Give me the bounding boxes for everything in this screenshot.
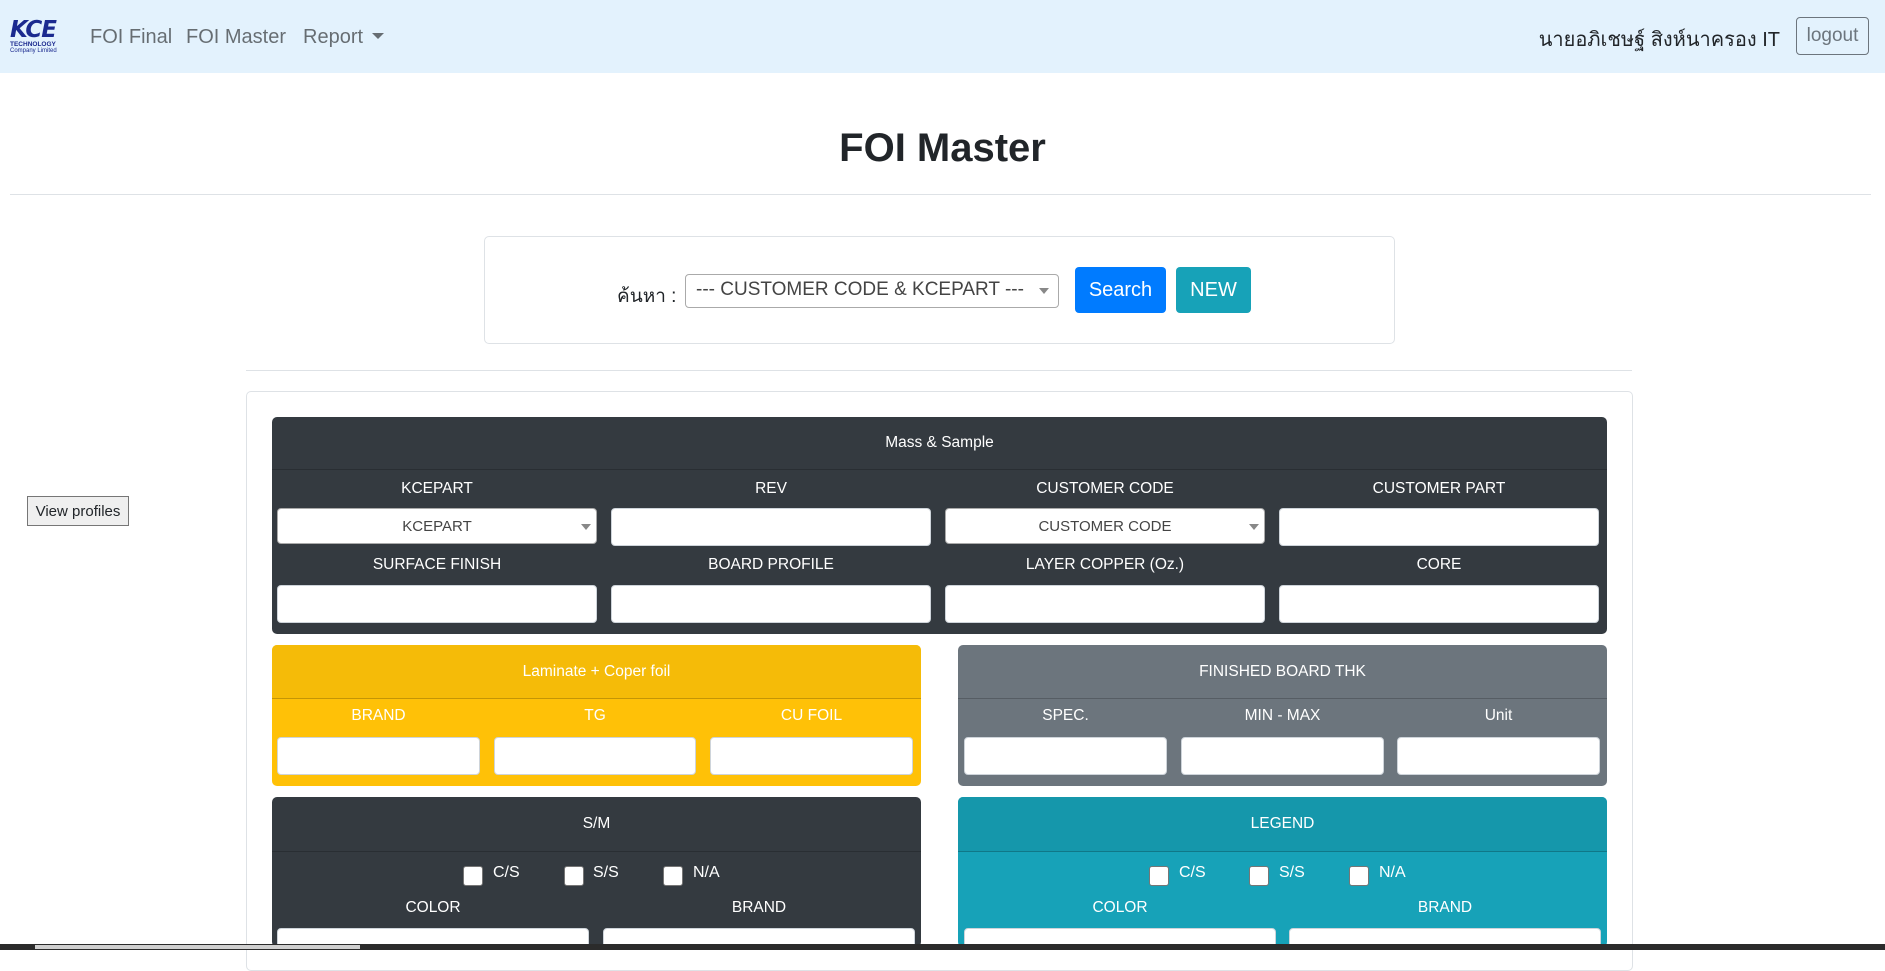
search-select-value: --- CUSTOMER CODE & KCEPART --- <box>696 279 1024 300</box>
customer-code-select[interactable]: CUSTOMER CODE <box>945 508 1265 544</box>
customer-code-label: CUSTOMER CODE <box>1036 480 1174 497</box>
kcepart-label: KCEPART <box>401 480 473 497</box>
sm-na-checkbox[interactable] <box>663 866 683 886</box>
legend-cs-checkbox[interactable] <box>1149 866 1169 886</box>
unit-input[interactable] <box>1397 737 1600 775</box>
finished-board-title: FINISHED BOARD THK <box>958 645 1607 699</box>
sm-na-label: N/A <box>693 864 720 881</box>
logo-subtitle-2: Company Limited <box>10 48 57 54</box>
logout-button[interactable]: logout <box>1796 17 1869 55</box>
spec-label: SPEC. <box>1042 707 1089 724</box>
spec-input[interactable] <box>964 737 1167 775</box>
kcepart-select[interactable]: KCEPART <box>277 508 597 544</box>
sm-color-label: COLOR <box>405 899 461 916</box>
customer-code-select-value: CUSTOMER CODE <box>1038 517 1172 535</box>
search-select[interactable]: --- CUSTOMER CODE & KCEPART --- <box>685 274 1059 308</box>
rev-label: REV <box>755 480 787 497</box>
legend-na-checkbox[interactable] <box>1349 866 1369 886</box>
sm-cs-checkbox[interactable] <box>463 866 483 886</box>
legend-ss-checkbox[interactable] <box>1249 866 1269 886</box>
legend-brand-label: BRAND <box>1417 899 1473 916</box>
layer-copper-input[interactable] <box>945 585 1265 623</box>
finished-board-panel: FINISHED BOARD THK SPEC. MIN - MAX Unit <box>958 645 1607 786</box>
legend-title: LEGEND <box>958 797 1607 852</box>
navbar: KCE TECHNOLOGY Company Limited FOI Final… <box>0 0 1885 73</box>
company-logo[interactable]: KCE TECHNOLOGY Company Limited <box>10 19 60 57</box>
board-profile-label: BOARD PROFILE <box>708 556 834 573</box>
nav-foi-master[interactable]: FOI Master <box>186 24 286 50</box>
legend-color-label: COLOR <box>1092 899 1148 916</box>
nav-report-label: Report <box>303 26 364 48</box>
laminate-tg-label: TG <box>584 707 606 724</box>
divider <box>10 194 1871 195</box>
customer-part-label: CUSTOMER PART <box>1372 480 1506 497</box>
mass-sample-panel: Mass & Sample KCEPART REV CUSTOMER CODE … <box>272 417 1607 634</box>
scrollbar-thumb[interactable] <box>35 945 360 949</box>
sm-ss-checkbox[interactable] <box>564 866 584 886</box>
dropdown-arrow-icon <box>581 524 591 530</box>
sm-ss-label: S/S <box>593 864 619 881</box>
laminate-cu-foil-input[interactable] <box>710 737 913 775</box>
nav-report-dropdown[interactable]: Report <box>303 24 385 50</box>
sm-cs-label: C/S <box>493 864 520 881</box>
core-input[interactable] <box>1279 585 1599 623</box>
laminate-panel: Laminate + Coper foil BRAND TG CU FOIL <box>272 645 921 786</box>
user-name: นายอภิเชษฐ์ สิงห์นาครอง IT <box>1538 29 1780 51</box>
mass-sample-title: Mass & Sample <box>272 417 1607 470</box>
surface-finish-label: SURFACE FINISH <box>372 556 502 573</box>
rev-input[interactable] <box>611 508 931 546</box>
sm-panel: S/M C/S S/S N/A COLOR BRAND <box>272 797 921 947</box>
laminate-title: Laminate + Coper foil <box>272 645 921 699</box>
board-profile-input[interactable] <box>611 585 931 623</box>
surface-finish-input[interactable] <box>277 585 597 623</box>
search-button[interactable]: Search <box>1075 267 1166 313</box>
caret-down-icon <box>372 33 385 39</box>
divider <box>246 370 1632 371</box>
unit-label: Unit <box>1484 707 1513 724</box>
sm-title: S/M <box>272 797 921 852</box>
dropdown-arrow-icon <box>1039 288 1049 294</box>
legend-ss-label: S/S <box>1279 864 1305 881</box>
logo-subtitle: TECHNOLOGY <box>10 41 56 48</box>
layer-copper-label: LAYER COPPER (Oz.) <box>1025 556 1185 573</box>
view-profiles-button[interactable]: View profiles <box>27 496 129 526</box>
dropdown-arrow-icon <box>1249 524 1259 530</box>
logo-text: KCE <box>10 17 57 43</box>
min-max-input[interactable] <box>1181 737 1384 775</box>
laminate-brand-input[interactable] <box>277 737 480 775</box>
core-label: CORE <box>1416 556 1462 573</box>
legend-cs-label: C/S <box>1179 864 1206 881</box>
nav-foi-final[interactable]: FOI Final <box>90 24 172 50</box>
page-title: FOI Master <box>839 126 1046 170</box>
legend-na-label: N/A <box>1379 864 1406 881</box>
sm-brand-label: BRAND <box>731 899 787 916</box>
search-label: ค้นหา : <box>617 286 677 307</box>
legend-panel: LEGEND C/S S/S N/A COLOR BRAND <box>958 797 1607 947</box>
customer-part-input[interactable] <box>1279 508 1599 546</box>
laminate-tg-input[interactable] <box>494 737 696 775</box>
laminate-brand-label: BRAND <box>351 707 406 724</box>
new-button[interactable]: NEW <box>1176 267 1251 313</box>
laminate-cu-foil-label: CU FOIL <box>780 707 843 724</box>
min-max-label: MIN - MAX <box>1244 707 1321 724</box>
kcepart-select-value: KCEPART <box>402 517 472 535</box>
